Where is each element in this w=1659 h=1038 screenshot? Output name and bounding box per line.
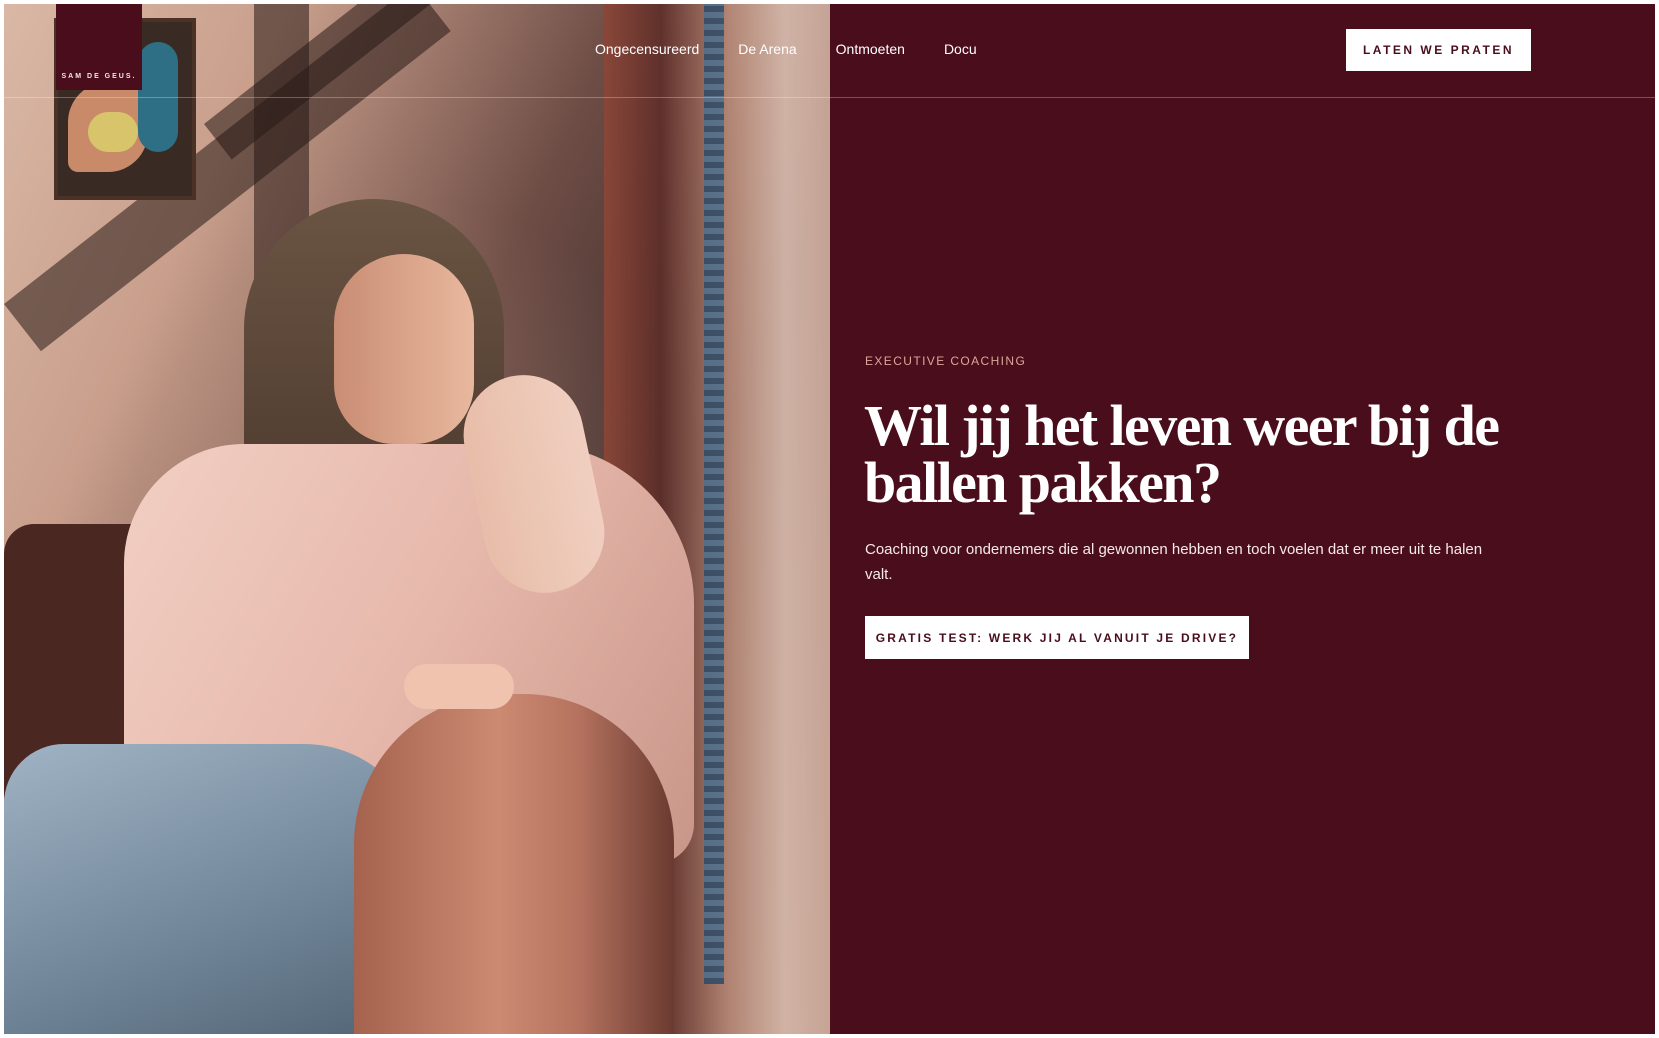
nav-item-docu[interactable]: Docu [944, 41, 977, 57]
hero-eyebrow: EXECUTIVE COACHING [865, 354, 1027, 368]
contact-button[interactable]: LATEN WE PRATEN [1346, 29, 1531, 71]
hero-subtext: Coaching voor ondernemers die al gewonne… [865, 541, 1483, 583]
free-test-button[interactable]: GRATIS TEST: WERK JIJ AL VANUIT JE DRIVE… [865, 616, 1249, 659]
nav-item-de-arena[interactable]: De Arena [738, 41, 796, 57]
hero-headline: Wil jij het leven weer bij de ballen pak… [864, 393, 1500, 515]
hero-photo [4, 4, 830, 1034]
logo-text: SAM DE GEUS. [61, 73, 137, 80]
curtain-fringe [704, 4, 724, 984]
page-frame: SAM DE GEUS. Ongecensureerd De Arena Ont… [4, 4, 1655, 1034]
person-face [334, 254, 474, 444]
logo[interactable]: SAM DE GEUS. [56, 4, 142, 90]
sofa-cushion [354, 694, 674, 1034]
nav-item-ontmoeten[interactable]: Ontmoeten [836, 41, 905, 57]
header-divider [4, 97, 1655, 98]
person-hand [404, 664, 514, 709]
main-nav: Ongecensureerd De Arena Ontmoeten Docu [595, 41, 1016, 57]
nav-item-ongecensureerd[interactable]: Ongecensureerd [595, 41, 699, 57]
